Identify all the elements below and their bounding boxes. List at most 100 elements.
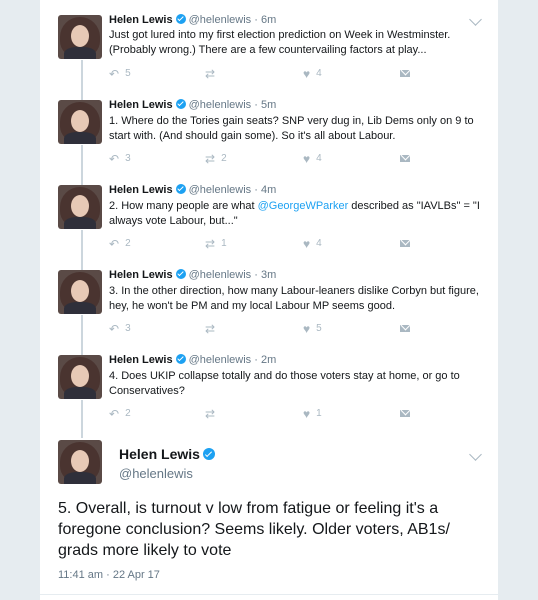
reply-button[interactable]: ↶ 5 bbox=[109, 68, 131, 80]
like-button[interactable]: ♥ 5 bbox=[303, 323, 322, 335]
author-name[interactable]: Helen Lewis bbox=[109, 184, 173, 196]
envelope-icon bbox=[400, 70, 410, 77]
author-handle[interactable]: @helenlewis bbox=[189, 14, 252, 26]
author-handle[interactable]: @helenlewis bbox=[189, 269, 252, 281]
tweet-header: Helen Lewis @helenlewis · 4m bbox=[109, 184, 276, 197]
heart-icon: ♥ bbox=[303, 152, 311, 166]
reply-button[interactable]: ↶ 2 bbox=[109, 238, 131, 250]
tweet-header: Helen Lewis @helenlewis · 6m bbox=[109, 14, 276, 27]
direct-message-button[interactable] bbox=[400, 153, 410, 165]
author-handle[interactable]: @helenlewis bbox=[189, 99, 252, 111]
tweet-actions: ↶ 2 ⇄ 1 ♥ 4 bbox=[109, 238, 449, 250]
like-button[interactable]: ♥ 1 bbox=[303, 408, 322, 420]
separator-dot: · bbox=[251, 99, 261, 111]
like-button[interactable]: ♥ 4 bbox=[303, 153, 322, 165]
reply-button[interactable]: ↶ 2 bbox=[109, 408, 131, 420]
tweet-time[interactable]: 4m bbox=[261, 184, 276, 196]
author-name[interactable]: Helen Lewis bbox=[109, 99, 173, 111]
retweet-count: 2 bbox=[221, 153, 227, 164]
reply-icon: ↶ bbox=[109, 67, 120, 81]
tweet-header: Helen Lewis @helenlewis · 2m bbox=[109, 354, 276, 367]
divider bbox=[40, 594, 498, 595]
like-button[interactable]: ♥ 4 bbox=[303, 68, 322, 80]
tweet-text: Just got lured into my first election pr… bbox=[109, 29, 451, 56]
reply-count: 3 bbox=[125, 323, 131, 334]
author-name[interactable]: Helen Lewis bbox=[109, 269, 173, 281]
reply-button[interactable]: ↶ 3 bbox=[109, 323, 131, 335]
chevron-down-icon[interactable] bbox=[469, 13, 482, 26]
heart-icon: ♥ bbox=[303, 67, 311, 81]
verified-badge-icon bbox=[202, 448, 215, 460]
tweet-text: 5. Overall, is turnout v low from fatigu… bbox=[58, 500, 450, 559]
direct-message-button[interactable] bbox=[400, 408, 410, 420]
thread-tweet[interactable]: Helen Lewis @helenlewis · 6m Just got lu… bbox=[40, 0, 498, 86]
retweet-button[interactable]: ⇄ bbox=[205, 408, 221, 420]
avatar[interactable] bbox=[58, 270, 102, 314]
avatar[interactable] bbox=[58, 15, 102, 59]
author-name[interactable]: Helen Lewis bbox=[119, 446, 200, 462]
author-name[interactable]: Helen Lewis bbox=[109, 14, 173, 26]
thread-tweet[interactable]: Helen Lewis @helenlewis · 3m 3. In the o… bbox=[40, 256, 498, 341]
reply-icon: ↶ bbox=[109, 322, 120, 336]
tweet-timestamp[interactable]: 11:41 am · 22 Apr 17 bbox=[58, 569, 160, 581]
reply-button[interactable]: ↶ 3 bbox=[109, 153, 131, 165]
reply-count: 2 bbox=[125, 408, 131, 419]
like-count: 4 bbox=[316, 68, 322, 79]
avatar[interactable] bbox=[58, 100, 102, 144]
reply-count: 2 bbox=[125, 238, 131, 249]
heart-icon: ♥ bbox=[303, 407, 311, 421]
retweet-icon: ⇄ bbox=[205, 322, 216, 336]
retweet-button[interactable]: ⇄ 2 bbox=[205, 153, 227, 165]
separator-dot: · bbox=[251, 269, 261, 281]
avatar[interactable] bbox=[58, 355, 102, 399]
tweet-header: Helen Lewis @helenlewis · 5m bbox=[109, 99, 276, 112]
avatar[interactable] bbox=[58, 185, 102, 229]
reply-count: 3 bbox=[125, 153, 131, 164]
author-handle[interactable]: @helenlewis bbox=[189, 354, 252, 366]
author-handle[interactable]: @helenlewis bbox=[119, 466, 193, 481]
like-count: 1 bbox=[316, 408, 322, 419]
chevron-down-icon[interactable] bbox=[469, 448, 482, 461]
avatar[interactable] bbox=[58, 440, 102, 484]
heart-icon: ♥ bbox=[303, 237, 311, 251]
reply-icon: ↶ bbox=[109, 237, 120, 251]
tweet-time[interactable]: 3m bbox=[261, 269, 276, 281]
thread-tweet[interactable]: Helen Lewis @helenlewis · 4m 2. How many… bbox=[40, 171, 498, 256]
direct-message-button[interactable] bbox=[400, 238, 410, 250]
envelope-icon bbox=[400, 240, 410, 247]
retweet-icon: ⇄ bbox=[205, 152, 216, 166]
focused-tweet: Helen Lewis @helenlewis 5. Overall, is t… bbox=[40, 428, 498, 600]
retweet-button[interactable]: ⇄ bbox=[205, 68, 221, 80]
direct-message-button[interactable] bbox=[400, 323, 410, 335]
verified-badge-icon bbox=[175, 269, 186, 279]
retweet-button[interactable]: ⇄ 1 bbox=[205, 238, 227, 250]
tweet-time[interactable]: 2m bbox=[261, 354, 276, 366]
tweet-header: Helen Lewis @helenlewis · 3m bbox=[109, 269, 276, 282]
like-count: 5 bbox=[316, 323, 322, 334]
heart-icon: ♥ bbox=[303, 322, 311, 336]
verified-badge-icon bbox=[175, 184, 186, 194]
retweet-count: 1 bbox=[221, 238, 227, 249]
direct-message-button[interactable] bbox=[400, 68, 410, 80]
like-button[interactable]: ♥ 4 bbox=[303, 238, 322, 250]
author-name-row: Helen Lewis bbox=[119, 446, 215, 462]
tweet-text: 4. Does UKIP collapse totally and do tho… bbox=[109, 370, 460, 397]
thread-tweet[interactable]: Helen Lewis @helenlewis · 5m 1. Where do… bbox=[40, 86, 498, 171]
tweet-time[interactable]: 6m bbox=[261, 14, 276, 26]
separator-dot: · bbox=[251, 354, 261, 366]
reply-icon: ↶ bbox=[109, 152, 120, 166]
author-name[interactable]: Helen Lewis bbox=[109, 354, 173, 366]
mention-link[interactable]: @GeorgeWParker bbox=[258, 200, 349, 212]
envelope-icon bbox=[400, 155, 410, 162]
tweet-time[interactable]: 5m bbox=[261, 99, 276, 111]
tweet-actions: ↶ 2 ⇄ ♥ 1 bbox=[109, 408, 449, 420]
tweet-actions: ↶ 3 ⇄ ♥ 5 bbox=[109, 323, 449, 335]
tweet-actions: ↶ 5 ⇄ ♥ 4 bbox=[109, 68, 449, 80]
thread-tweet[interactable]: Helen Lewis @helenlewis · 2m 4. Does UKI… bbox=[40, 341, 498, 428]
author-handle[interactable]: @helenlewis bbox=[189, 184, 252, 196]
verified-badge-icon bbox=[175, 354, 186, 364]
retweet-button[interactable]: ⇄ bbox=[205, 323, 221, 335]
separator-dot: · bbox=[251, 14, 261, 26]
tweet-text: 3. In the other direction, how many Labo… bbox=[109, 285, 479, 312]
verified-badge-icon bbox=[175, 99, 186, 109]
